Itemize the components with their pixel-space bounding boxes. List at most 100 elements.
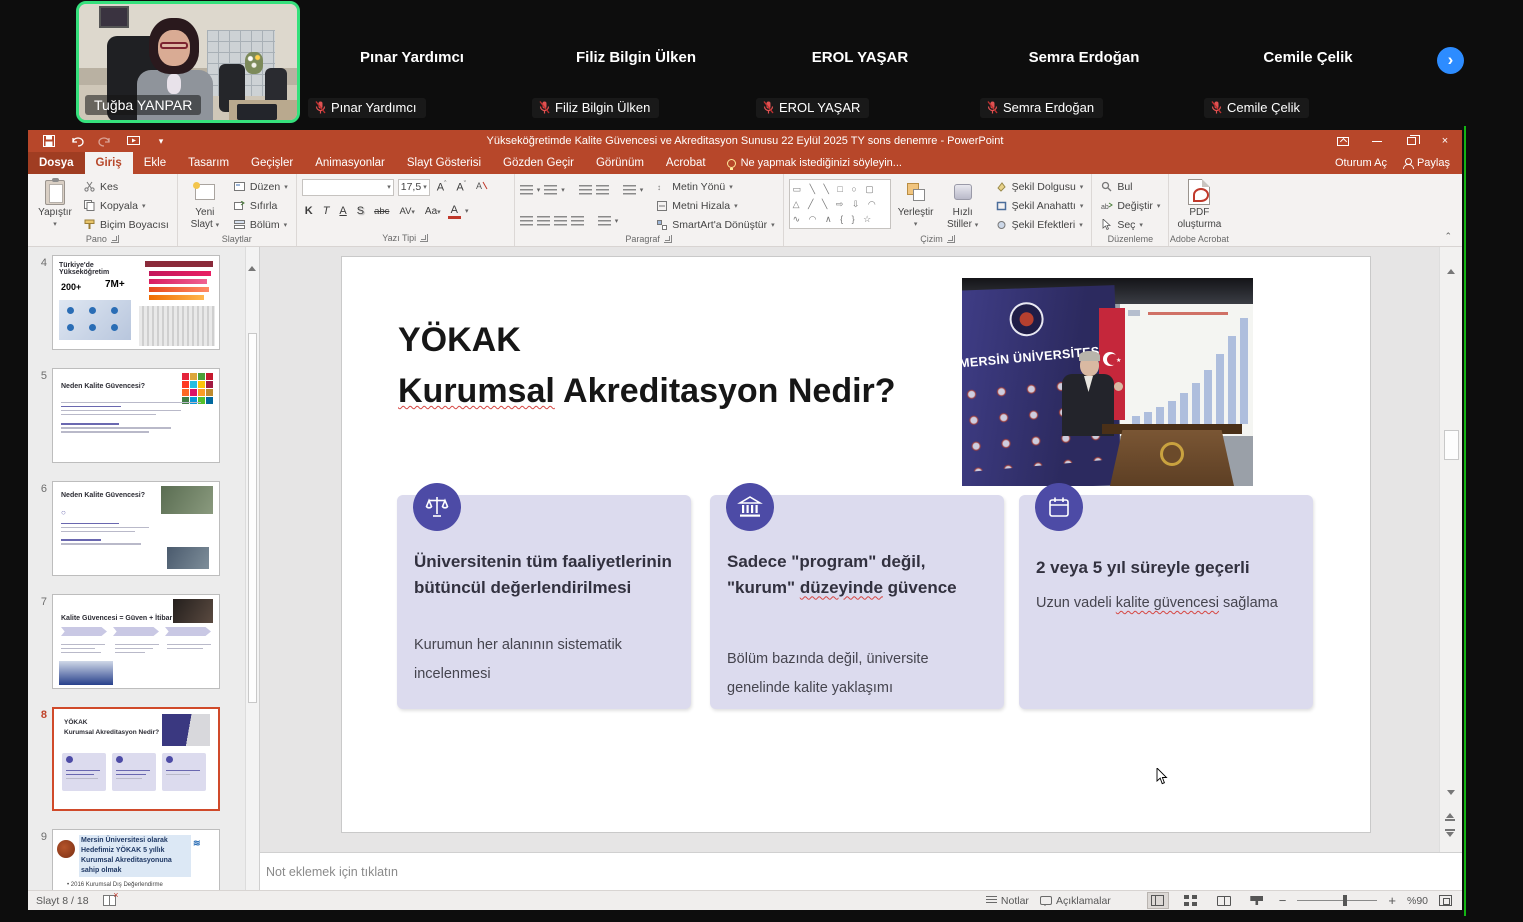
shape-effects-button[interactable]: Şekil Efektleri▾ — [992, 216, 1087, 233]
arrange-button[interactable]: Yerleştir▾ — [894, 177, 938, 233]
bullets-icon[interactable] — [520, 184, 533, 196]
dialog-launcher-icon[interactable] — [664, 235, 672, 243]
comments-toggle-button[interactable]: Açıklamalar — [1040, 895, 1111, 907]
close-button[interactable]: × — [1428, 130, 1462, 152]
slide-sorter-view-button[interactable] — [1180, 892, 1202, 909]
grow-font-button[interactable]: Aˆ — [434, 181, 450, 194]
slide-8[interactable]: YÖKAK Kurumsal Akreditasyon Nedir? MERSİ… — [342, 257, 1370, 832]
align-right-icon[interactable] — [554, 215, 567, 227]
video-tile[interactable]: Filiz Bilgin Ülken Filiz Bilgin Ülken — [524, 1, 748, 123]
share-button[interactable]: Paylaş — [1403, 157, 1450, 169]
italic-button[interactable]: T — [320, 205, 333, 217]
zoom-level[interactable]: %90 — [1407, 895, 1428, 907]
restore-button[interactable] — [1394, 130, 1428, 152]
find-button[interactable]: Bul — [1097, 178, 1163, 195]
layout-button[interactable]: Düzen▾ — [230, 178, 291, 195]
select-button[interactable]: Seç▾ — [1097, 216, 1163, 233]
tab-acrobat[interactable]: Acrobat — [655, 152, 717, 174]
pdf-create-button[interactable]: PDFoluşturma — [1174, 177, 1224, 233]
scroll-up-icon[interactable] — [248, 249, 256, 271]
scrollbar-thumb[interactable] — [1444, 430, 1459, 460]
scroll-down-icon[interactable] — [1447, 790, 1455, 812]
save-icon[interactable] — [42, 134, 56, 148]
tell-me-box[interactable]: Ne yapmak istediğinizi söyleyin... — [717, 152, 912, 174]
video-tile[interactable]: Pınar Yardımcı Pınar Yardımcı — [300, 1, 524, 123]
align-left-icon[interactable] — [520, 215, 533, 227]
next-participants-button[interactable]: › — [1437, 47, 1464, 74]
video-tile[interactable]: EROL YAŞAR EROL YAŞAR — [748, 1, 972, 123]
normal-view-button[interactable] — [1147, 892, 1169, 909]
replace-button[interactable]: abDeğiştir▾ — [1097, 197, 1163, 214]
dialog-launcher-icon[interactable] — [420, 234, 428, 242]
character-spacing-button[interactable]: AV▾ — [396, 206, 417, 217]
next-slide-button[interactable] — [1445, 829, 1455, 837]
start-slideshow-icon[interactable] — [126, 134, 140, 148]
scrollbar-thumb[interactable] — [248, 333, 257, 703]
shape-outline-button[interactable]: Şekil Anahattı▾ — [992, 197, 1087, 214]
strikethrough-button[interactable]: abc — [371, 206, 392, 217]
undo-icon[interactable] — [70, 134, 84, 148]
underline-button[interactable]: A — [336, 205, 349, 217]
change-case-button[interactable]: Aa▾ — [422, 206, 444, 217]
customize-qat-icon[interactable]: ▾ — [154, 134, 168, 148]
ribbon-display-options-button[interactable] — [1326, 130, 1360, 152]
line-spacing-icon[interactable] — [623, 184, 636, 196]
shrink-font-button[interactable]: Aˇ — [453, 181, 469, 194]
align-center-icon[interactable] — [537, 215, 550, 227]
clear-formatting-button[interactable]: A — [473, 180, 491, 194]
video-tile[interactable]: Cemile Çelik Cemile Çelik — [1196, 1, 1420, 123]
section-button[interactable]: Bölüm▾ — [230, 216, 291, 233]
notes-pane[interactable]: Not eklemek için tıklatın — [260, 852, 1462, 890]
justify-icon[interactable] — [571, 215, 584, 227]
zoom-out-button[interactable]: − — [1279, 893, 1287, 908]
video-tile[interactable]: Semra Erdoğan Semra Erdoğan — [972, 1, 1196, 123]
font-name-select[interactable]: ▾ — [302, 179, 394, 196]
decrease-indent-icon[interactable] — [579, 184, 592, 196]
tab-design[interactable]: Tasarım — [177, 152, 240, 174]
copy-button[interactable]: Kopyala▾ — [80, 197, 172, 214]
zoom-in-button[interactable]: + — [1388, 893, 1396, 908]
previous-slide-button[interactable] — [1445, 813, 1455, 821]
tab-home[interactable]: Giriş — [85, 152, 133, 174]
thumbnail-slide-8-selected[interactable]: 8 YÖKAK Kurumsal Akreditasyon Nedir? — [28, 707, 259, 811]
text-shadow-button[interactable]: S — [354, 205, 367, 217]
thumbnail-scrollbar[interactable] — [245, 247, 259, 890]
numbering-icon[interactable] — [544, 184, 557, 196]
slide-photo-mersin-conference[interactable]: MERSİN ÜNİVERSİTESİ — [962, 278, 1253, 486]
cut-button[interactable]: Kes — [80, 178, 172, 195]
align-text-button[interactable]: Metni Hizala▾ — [652, 197, 777, 214]
card-institution-level[interactable]: Sadece "program" değil, "kurum" düzeyind… — [710, 495, 1004, 709]
tab-file[interactable]: Dosya — [28, 152, 85, 174]
thumbnail-slide-5[interactable]: 5 Neden Kalite Güvencesi? — [28, 368, 259, 463]
card-holistic-evaluation[interactable]: Üniversitenin tüm faaliyetlerinin bütünc… — [397, 495, 691, 709]
notes-toggle-button[interactable]: Notlar — [986, 895, 1029, 907]
zoom-slider-thumb[interactable] — [1343, 895, 1347, 906]
thumbnail-slide-9[interactable]: 9 Mersin Üniversitesi olarak Hedefimiz Y… — [28, 829, 259, 890]
format-painter-button[interactable]: Biçim Boyacısı — [80, 216, 172, 233]
dialog-launcher-icon[interactable] — [111, 235, 119, 243]
tab-view[interactable]: Görünüm — [585, 152, 655, 174]
convert-smartart-button[interactable]: SmartArt'a Dönüştür▾ — [652, 216, 777, 233]
tab-transitions[interactable]: Geçişler — [240, 152, 304, 174]
text-direction-button[interactable]: ↕Metin Yönü▾ — [652, 178, 777, 195]
zoom-slider[interactable] — [1297, 900, 1377, 901]
vertical-scrollbar[interactable] — [1439, 247, 1462, 852]
tab-animations[interactable]: Animasyonlar — [304, 152, 396, 174]
font-size-select[interactable]: 17,5▾ — [398, 179, 430, 196]
dialog-launcher-icon[interactable] — [947, 235, 955, 243]
quick-styles-button[interactable]: HızlıStiller ▾ — [941, 177, 985, 234]
reset-button[interactable]: Sıfırla — [230, 197, 291, 214]
video-tile-active-speaker[interactable]: Tuğba YANPAR — [76, 1, 300, 123]
scroll-up-icon[interactable] — [1447, 252, 1455, 274]
tab-review[interactable]: Gözden Geçir — [492, 152, 585, 174]
collapse-ribbon-icon[interactable]: ⌃ — [1444, 231, 1452, 242]
fit-to-window-icon[interactable] — [1439, 895, 1452, 906]
redo-icon[interactable] — [98, 134, 112, 148]
paste-button[interactable]: Yapıştır▾ — [33, 177, 77, 233]
tab-insert[interactable]: Ekle — [133, 152, 177, 174]
slideshow-view-button[interactable] — [1246, 892, 1268, 909]
reading-view-button[interactable] — [1213, 892, 1235, 909]
thumbnail-slide-6[interactable]: 6 Neden Kalite Güvencesi? ○ — [28, 481, 259, 576]
sign-in-button[interactable]: Oturum Aç — [1335, 157, 1387, 169]
bold-button[interactable]: K — [302, 205, 316, 217]
